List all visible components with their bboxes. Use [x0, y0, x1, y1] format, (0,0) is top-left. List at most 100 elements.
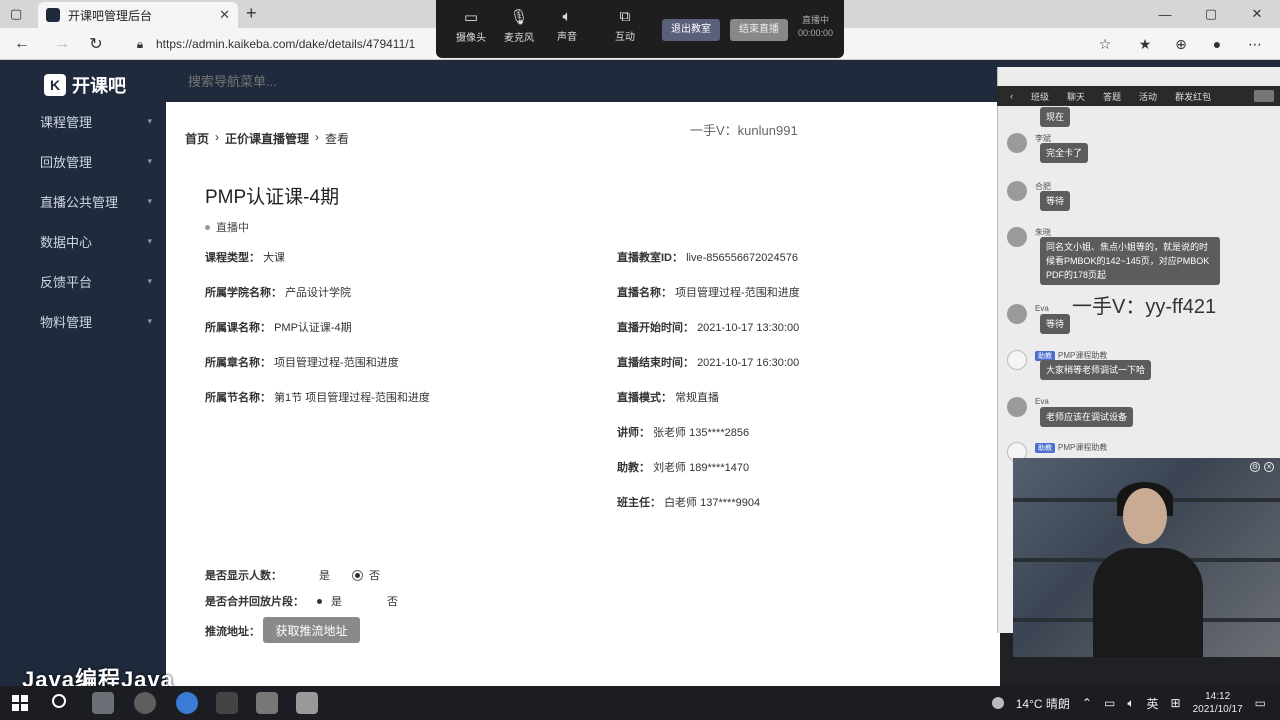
chat-prev-icon[interactable]: ‹ [1003, 91, 1020, 101]
live-app-icon[interactable] [256, 692, 278, 714]
window-controls: — ▢ ✕ [1142, 0, 1280, 28]
lock-icon: 🔒︎ [136, 36, 144, 51]
field-section: 所属节名称： 第1节 项目管理过程-范围和进度 [205, 392, 430, 404]
watermark-top: 一手V：kunlun991 [690, 123, 798, 138]
close-tab-icon[interactable]: ✕ [219, 7, 230, 23]
breadcrumb-live-management[interactable]: 正价课直播管理 [225, 130, 309, 147]
more-menu-icon[interactable]: ⋯ [1242, 32, 1268, 56]
sidebar-item-feedback[interactable]: 反馈平台 ▾ [0, 261, 166, 301]
avatar [1007, 304, 1027, 324]
settings-icon[interactable]: ⚙ [1250, 462, 1260, 472]
tab-class[interactable]: 班级 [1024, 90, 1056, 103]
field-class-name: 所属课名称： PMP认证课-4期 [205, 322, 352, 334]
sidebar-item-course[interactable]: 课程管理 ▾ [0, 101, 166, 141]
webcam-controls: ⚙ ✕ [1250, 462, 1274, 472]
refresh-icon[interactable]: ↻ [84, 32, 108, 56]
close-icon[interactable]: ✕ [1264, 462, 1274, 472]
notification-icon[interactable]: ▭ [1255, 696, 1266, 710]
ime-mode-icon[interactable]: ⊞ [1171, 696, 1181, 710]
field-start-time: 直播开始时间： 2021-10-17 13:30:00 [617, 322, 800, 334]
chevron-down-icon: ▾ [147, 235, 152, 246]
microphone-icon: 🎙︎ [509, 9, 529, 26]
push-url-label: 推流地址： [205, 626, 260, 638]
windows-start-icon[interactable] [12, 695, 28, 711]
chevron-down-icon: ▾ [147, 155, 152, 166]
tab-activity[interactable]: 活动 [1132, 90, 1164, 103]
app-icon[interactable] [134, 692, 156, 714]
field-head-teacher: 班主任： 白老师 137****9904 [617, 497, 761, 509]
show-count-row: 是否显示人数： 是 否 [205, 569, 380, 582]
show-count-no-radio[interactable] [352, 569, 363, 581]
sidebar-item-data-center[interactable]: 数据中心 ▾ [0, 221, 166, 261]
app-icon[interactable] [216, 692, 238, 714]
browser-tab[interactable]: 开课吧管理后台 ✕ [38, 2, 238, 28]
ime-indicator[interactable]: 英 [1147, 695, 1159, 712]
avatar [1007, 350, 1027, 370]
end-live-button[interactable]: 结束直播 [730, 19, 788, 41]
breadcrumb-separator-icon: › [315, 130, 320, 144]
avatar [1007, 133, 1027, 153]
volume-icon[interactable]: 🔈︎ [1127, 696, 1134, 711]
sidebar-item-replay[interactable]: 回放管理 ▾ [0, 141, 166, 181]
logo[interactable]: K 开课吧 [44, 72, 126, 98]
task-view-icon[interactable] [92, 692, 114, 714]
avatar [1007, 397, 1027, 417]
merge-replay-row: 是否合并回放片段： 是 否 [205, 596, 398, 608]
logo-icon: K [44, 74, 66, 96]
webcam-video[interactable]: ⚙ ✕ [1013, 458, 1280, 657]
interact-button[interactable]: ⧉ 互动 [602, 8, 648, 43]
presenter-figure [1093, 482, 1203, 657]
minimize-icon[interactable]: — [1142, 0, 1188, 28]
field-live-name: 直播名称： 项目管理过程-范围和进度 [617, 287, 800, 299]
camera-button[interactable]: ▭ 摄像头 [448, 8, 494, 44]
search-menu-input[interactable] [188, 70, 488, 92]
collections-icon[interactable]: ⊕ [1168, 32, 1194, 56]
field-live-mode: 直播模式： 常规直播 [617, 392, 720, 404]
avatar [1007, 181, 1027, 201]
maximize-icon[interactable]: ▢ [1188, 0, 1234, 28]
extension-icon[interactable]: ☆ [1092, 32, 1118, 56]
app-icon[interactable] [296, 692, 318, 714]
field-chapter: 所属章名称： 项目管理过程-范围和进度 [205, 357, 399, 369]
speaker-icon: 🔈︎ [562, 8, 572, 25]
meeting-toolbar: ▭ 摄像头 🎙︎ 麦克风 🔈︎ 声音 ⧉ 互动 退出教室 结束直播 直播中 00:00:… [436, 0, 844, 58]
field-assistant: 助教： 刘老师 189****1470 [617, 462, 750, 474]
sidebar-item-live-common[interactable]: 直播公共管理 ▾ [0, 181, 166, 221]
sound-button[interactable]: 🔈︎ 声音 [544, 8, 590, 43]
field-lecturer: 讲师： 张老师 135****2856 [617, 427, 750, 439]
favorites-icon[interactable]: ★ [1132, 32, 1158, 56]
chevron-down-icon: ▾ [147, 195, 152, 206]
breadcrumb-current: 查看 [325, 132, 350, 146]
close-window-icon[interactable]: ✕ [1234, 0, 1280, 28]
new-tab-button[interactable]: + [246, 3, 257, 24]
interact-icon: ⧉ [619, 8, 631, 25]
tab-red-packet[interactable]: 群发红包 [1168, 90, 1218, 103]
mic-button[interactable]: 🎙︎ 麦克风 [496, 8, 542, 44]
favicon-icon [46, 8, 60, 22]
edge-browser-icon[interactable] [176, 692, 198, 714]
chat-more-button[interactable] [1254, 90, 1274, 102]
field-end-time: 直播结束时间： 2021-10-17 16:30:00 [617, 357, 800, 369]
get-push-url-button[interactable]: 获取推流地址 [263, 617, 360, 643]
back-icon[interactable]: ← [10, 32, 34, 56]
clock[interactable]: 14:12 2021/10/17 [1193, 690, 1243, 716]
breadcrumb-home[interactable]: 首页 [185, 130, 209, 147]
forward-icon[interactable]: → [50, 32, 74, 56]
chevron-down-icon: ▾ [147, 115, 152, 126]
tab-chat[interactable]: 聊天 [1060, 90, 1092, 103]
url-field[interactable]: https://admin.kaikeba.com/dake/details/4… [156, 32, 446, 56]
network-icon[interactable]: ▭ [1104, 696, 1115, 710]
field-college: 所属学院名称： 产品设计学院 [205, 287, 352, 299]
tab-actions-icon[interactable]: ▢ [10, 6, 22, 22]
search-icon[interactable] [52, 694, 66, 708]
live-indicator: 直播中 00:00:00 [798, 15, 834, 38]
tab-quiz[interactable]: 答题 [1096, 90, 1128, 103]
exit-classroom-button[interactable]: 退出教室 [662, 19, 720, 41]
sidebar-item-materials[interactable]: 物料管理 ▾ [0, 301, 166, 341]
weather-text[interactable]: 14°C 晴朗 [1016, 695, 1070, 712]
profile-icon[interactable]: ● [1204, 32, 1230, 56]
status-dot-icon [205, 224, 210, 230]
merge-replay-yes-radio[interactable] [314, 596, 325, 607]
tray-chevron-icon[interactable]: ⌃ [1082, 696, 1092, 710]
chat-tabs: ‹ 班级 聊天 答题 活动 群发红包 [997, 86, 1280, 106]
